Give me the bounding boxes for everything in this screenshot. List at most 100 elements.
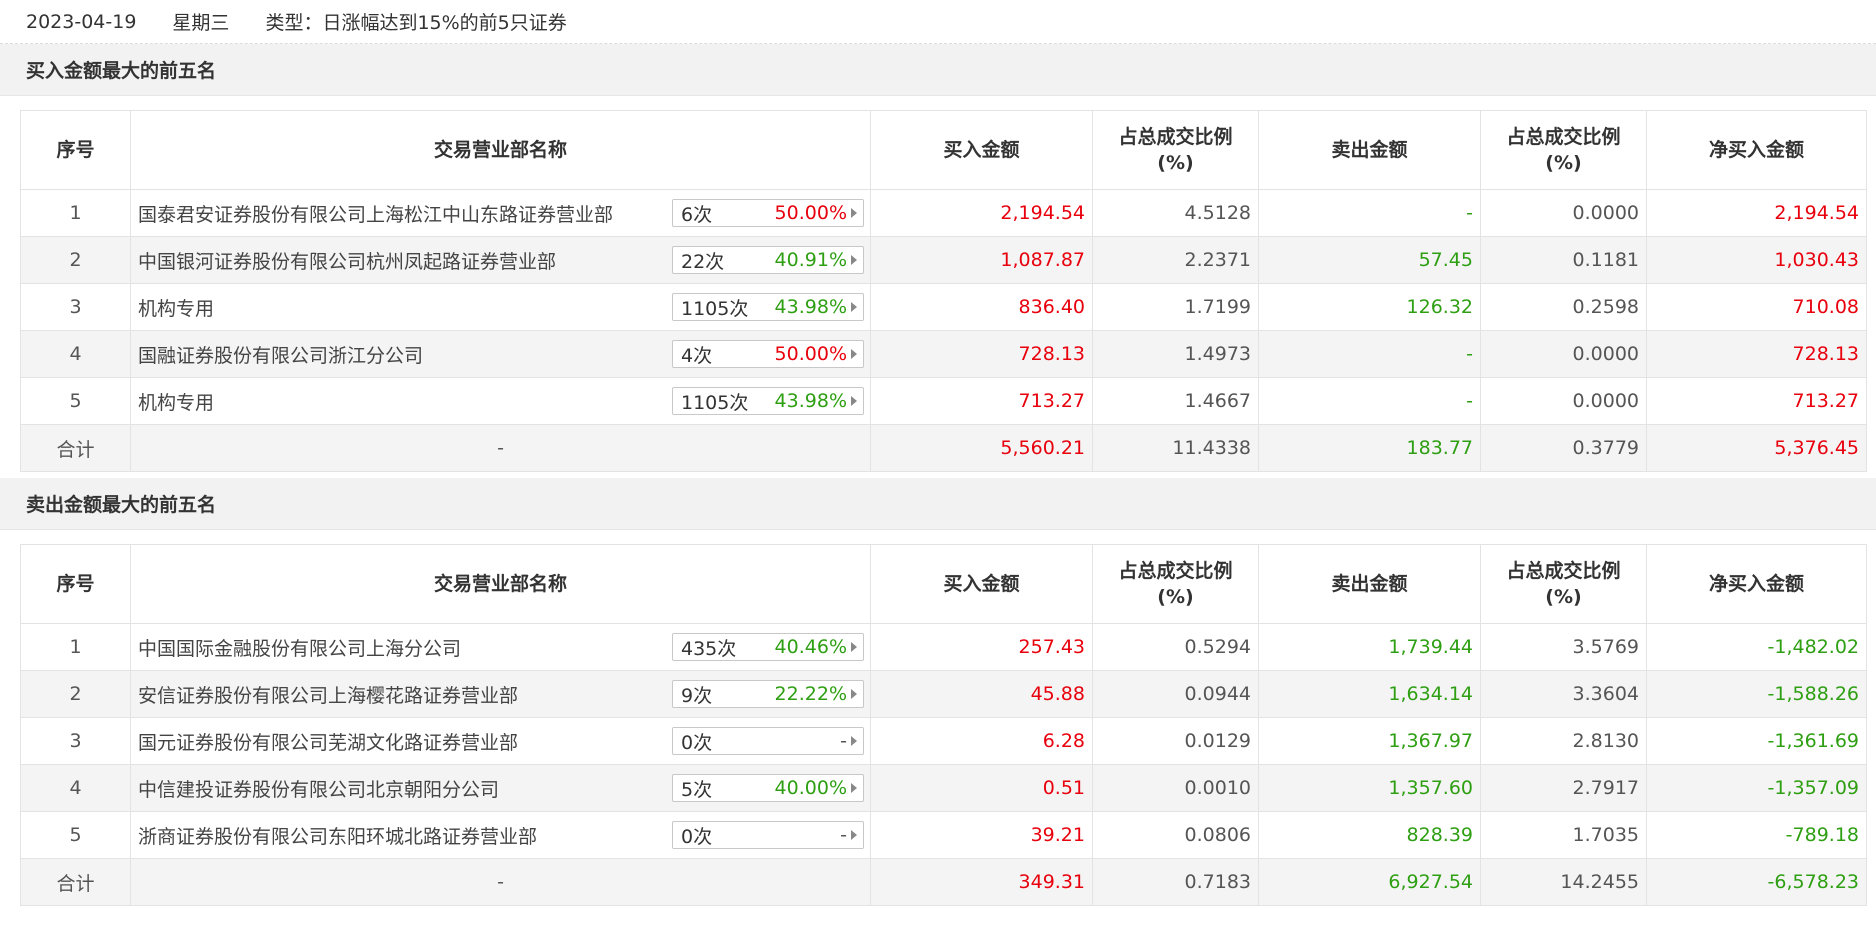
row-seq: 5 <box>20 377 131 425</box>
broker-stats-button[interactable]: 1105次 43.98% <box>672 387 864 415</box>
col-seq: 序号 <box>20 544 131 624</box>
col-buy-pct: 占总成交比例 (%) <box>1092 544 1259 624</box>
row-buy-pct: 1.4667 <box>1092 377 1259 425</box>
broker-name-link[interactable]: 机构专用 <box>138 294 214 321</box>
total-sell-pct: 0.3779 <box>1480 424 1647 472</box>
row-buy-amount: 39.21 <box>870 811 1093 859</box>
table-header-row: 序号 交易营业部名称 买入金额 占总成交比例 (%) 卖出金额 占总成交比例 (%)… <box>20 110 1867 190</box>
broker-name-link[interactable]: 安信证券股份有限公司上海樱花路证券营业部 <box>138 681 518 708</box>
row-sell-amount: 126.32 <box>1258 283 1481 331</box>
row-seq: 3 <box>20 717 131 765</box>
broker-name-link[interactable]: 中国国际金融股份有限公司上海分公司 <box>138 634 461 661</box>
broker-times: 0次 <box>681 731 713 754</box>
row-seq: 2 <box>20 670 131 718</box>
broker-stats-button[interactable]: 5次 40.00% <box>672 774 864 802</box>
broker-name-link[interactable]: 中信建投证券股份有限公司北京朝阳分公司 <box>138 775 499 802</box>
triangle-right-icon <box>851 349 857 359</box>
broker-stats-button[interactable]: 22次 40.91% <box>672 246 864 274</box>
col-sell-pct: 占总成交比例 (%) <box>1480 110 1647 190</box>
table-row: 3 机构专用 1105次 43.98% 836.40 1.7199 126.32 0.2598… <box>20 283 1867 331</box>
broker-stats-button[interactable]: 1105次 43.98% <box>672 293 864 321</box>
col-sell-pct-l1: 占总成交比例 <box>1506 126 1621 148</box>
col-sell-amount: 卖出金额 <box>1258 544 1481 624</box>
broker-name-link[interactable]: 国泰君安证券股份有限公司上海松江中山东路证券营业部 <box>138 200 613 227</box>
broker-success-rate: 50.00% <box>774 343 847 365</box>
row-sell-amount: 57.45 <box>1258 236 1481 284</box>
row-broker-cell: 机构专用 1105次 43.98% <box>130 283 871 331</box>
broker-name-link[interactable]: 浙商证券股份有限公司东阳环城北路证券营业部 <box>138 822 537 849</box>
table-row: 2 安信证券股份有限公司上海樱花路证券营业部 9次 22.22% 45.88 0.0944… <box>20 670 1867 718</box>
broker-name-link[interactable]: 机构专用 <box>138 388 214 415</box>
row-broker-cell: 中国银河证券股份有限公司杭州凤起路证券营业部 22次 40.91% <box>130 236 871 284</box>
broker-times: 9次 <box>681 684 713 707</box>
broker-name-link[interactable]: 国元证券股份有限公司芜湖文化路证券营业部 <box>138 728 518 755</box>
sell-table: 序号 交易营业部名称 买入金额 占总成交比例 (%) 卖出金额 占总成交比例 (%)… <box>20 544 1867 906</box>
broker-success-rate: 43.98% <box>774 296 847 318</box>
row-broker-cell: 浙商证券股份有限公司东阳环城北路证券营业部 0次 - <box>130 811 871 859</box>
col-sell-pct: 占总成交比例 (%) <box>1480 544 1647 624</box>
row-sell-pct: 2.8130 <box>1480 717 1647 765</box>
row-buy-amount: 0.51 <box>870 764 1093 812</box>
total-sell-amount: 183.77 <box>1258 424 1481 472</box>
total-net-amount: 5,376.45 <box>1646 424 1867 472</box>
broker-stats-button[interactable]: 0次 - <box>672 821 864 849</box>
row-broker-cell: 国融证券股份有限公司浙江分公司 4次 50.00% <box>130 330 871 378</box>
row-net-amount: 710.08 <box>1646 283 1867 331</box>
weekday-label: 星期三 <box>172 12 230 34</box>
row-buy-pct: 0.0129 <box>1092 717 1259 765</box>
buy-table: 序号 交易营业部名称 买入金额 占总成交比例 (%) 卖出金额 占总成交比例 (%)… <box>20 110 1867 472</box>
col-buy-pct-l1: 占总成交比例 <box>1118 126 1233 148</box>
col-buy-pct-l2: (%) <box>1157 152 1194 174</box>
broker-name-link[interactable]: 国融证券股份有限公司浙江分公司 <box>138 341 423 368</box>
row-buy-pct: 0.0806 <box>1092 811 1259 859</box>
col-buy-amount: 买入金额 <box>870 544 1093 624</box>
row-net-amount: 2,194.54 <box>1646 189 1867 237</box>
broker-stats-button[interactable]: 9次 22.22% <box>672 680 864 708</box>
row-sell-amount: 828.39 <box>1258 811 1481 859</box>
broker-stats-button[interactable]: 435次 40.46% <box>672 633 864 661</box>
row-net-amount: 728.13 <box>1646 330 1867 378</box>
broker-success-rate: 22.22% <box>774 683 847 705</box>
row-seq: 3 <box>20 283 131 331</box>
row-buy-amount: 6.28 <box>870 717 1093 765</box>
sell-table-body: 1 中国国际金融股份有限公司上海分公司 435次 40.46% 257.43 0.5294… <box>20 623 1867 906</box>
row-net-amount: -1,357.09 <box>1646 764 1867 812</box>
total-row: 合计 -349.31 0.7183 6,927.54 14.2455 -6,578.23 <box>20 858 1867 906</box>
row-net-amount: -1,482.02 <box>1646 623 1867 671</box>
type-label: 类型：日涨幅达到15%的前5只证券 <box>265 12 567 34</box>
col-buy-pct-l2: (%) <box>1157 586 1194 608</box>
sell-table-wrap: 序号 交易营业部名称 买入金额 占总成交比例 (%) 卖出金额 占总成交比例 (%)… <box>0 530 1876 912</box>
triangle-right-icon <box>851 396 857 406</box>
broker-stats-button[interactable]: 6次 50.00% <box>672 199 864 227</box>
row-net-amount: -789.18 <box>1646 811 1867 859</box>
col-net-amount: 净买入金额 <box>1646 544 1867 624</box>
buy-table-body: 1 国泰君安证券股份有限公司上海松江中山东路证券营业部 6次 50.00% 2,194.… <box>20 189 1867 472</box>
row-sell-pct: 3.5769 <box>1480 623 1647 671</box>
buy-table-wrap: 序号 交易营业部名称 买入金额 占总成交比例 (%) 卖出金额 占总成交比例 (%)… <box>0 96 1876 478</box>
row-sell-amount: 1,367.97 <box>1258 717 1481 765</box>
top-bar: 2023-04-19 星期三 类型：日涨幅达到15%的前5只证券 <box>0 0 1876 44</box>
triangle-right-icon <box>851 208 857 218</box>
col-buy-pct-l1: 占总成交比例 <box>1118 560 1233 582</box>
triangle-right-icon <box>851 255 857 265</box>
broker-stats-button[interactable]: 0次 - <box>672 727 864 755</box>
sell-section-title: 卖出金额最大的前五名 <box>0 478 1876 530</box>
row-sell-pct: 3.3604 <box>1480 670 1647 718</box>
row-sell-pct: 0.2598 <box>1480 283 1647 331</box>
broker-times: 22次 <box>681 250 725 273</box>
row-net-amount: 1,030.43 <box>1646 236 1867 284</box>
row-buy-pct: 1.4973 <box>1092 330 1259 378</box>
row-buy-amount: 1,087.87 <box>870 236 1093 284</box>
broker-times: 1105次 <box>681 297 749 320</box>
broker-success-rate: 40.46% <box>774 636 847 658</box>
col-sell-pct-l2: (%) <box>1545 152 1582 174</box>
date-label: 2023-04-19 <box>26 10 137 33</box>
total-sell-amount: 6,927.54 <box>1258 858 1481 906</box>
broker-stats-button[interactable]: 4次 50.00% <box>672 340 864 368</box>
row-seq: 2 <box>20 236 131 284</box>
broker-name-link[interactable]: 中国银河证券股份有限公司杭州凤起路证券营业部 <box>138 247 556 274</box>
broker-success-rate: - <box>840 730 847 752</box>
row-broker-cell: 国泰君安证券股份有限公司上海松江中山东路证券营业部 6次 50.00% <box>130 189 871 237</box>
row-buy-amount: 713.27 <box>870 377 1093 425</box>
row-buy-pct: 1.7199 <box>1092 283 1259 331</box>
